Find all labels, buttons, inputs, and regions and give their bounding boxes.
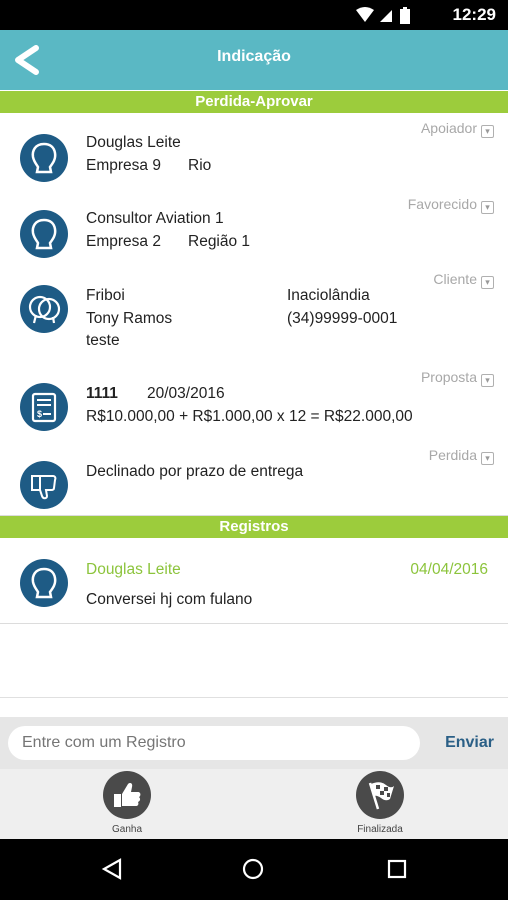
divider xyxy=(0,697,508,698)
chevron-down-icon[interactable]: ▾ xyxy=(481,452,494,465)
favorecido-name: Consultor Aviation 1 xyxy=(86,210,224,227)
proposta-date: 20/03/2016 xyxy=(147,385,225,402)
row-cliente[interactable]: Cliente ▾ Friboi Tony Ramos teste Inaciol… xyxy=(0,265,508,364)
proposta-formula: R$10.000,00 + R$1.000,00 x 12 = R$22.000… xyxy=(86,408,413,425)
apoiador-region: Rio xyxy=(188,157,212,174)
win-label: Ganha xyxy=(111,824,143,835)
finish-button[interactable]: Finalizada xyxy=(350,771,410,835)
person-icon xyxy=(20,134,68,182)
registro-author: Douglas Leite xyxy=(86,561,181,578)
tag-cliente: Cliente ▾ xyxy=(433,271,494,289)
app-bar: Indicação xyxy=(0,30,508,90)
compose-bar: Enviar xyxy=(0,717,508,769)
action-bar: Ganha Finalizada xyxy=(0,769,508,839)
person-icon xyxy=(20,210,68,258)
checkered-flag-icon xyxy=(356,771,404,819)
status-time: 12:29 xyxy=(452,5,496,24)
document-money-icon: $ xyxy=(20,383,68,431)
tag-proposta: Proposta ▾ xyxy=(421,369,494,387)
row-proposta[interactable]: $ Proposta ▾ 1111 20/03/2016 R$10.000,00 … xyxy=(0,363,508,442)
chevron-down-icon[interactable]: ▾ xyxy=(481,201,494,214)
apoiador-company: Empresa 9 xyxy=(86,157,161,174)
proposta-number: 1111 xyxy=(86,385,118,402)
favorecido-region: Região 1 xyxy=(188,233,251,250)
registro-date: 04/04/2016 xyxy=(410,561,488,578)
row-favorecido[interactable]: Favorecido ▾ Consultor Aviation 1 Empresa… xyxy=(0,190,508,266)
cliente-city: Inaciolândia xyxy=(287,287,370,304)
chevron-down-icon[interactable]: ▾ xyxy=(481,374,494,387)
thumbs-up-icon xyxy=(103,771,151,819)
cliente-contact: Tony Ramos xyxy=(86,310,173,327)
apoiador-name: Douglas Leite xyxy=(86,134,181,151)
square-recents-icon xyxy=(387,859,407,879)
nav-home-button[interactable] xyxy=(241,857,265,886)
cliente-name: Friboi xyxy=(86,287,125,304)
nav-back-button[interactable] xyxy=(100,857,124,886)
group-icon xyxy=(20,285,68,333)
tag-favorecido: Favorecido ▾ xyxy=(408,196,494,214)
perdida-reason: Declinado por prazo de entrega xyxy=(86,463,304,480)
chevron-down-icon[interactable]: ▾ xyxy=(481,276,494,289)
row-perdida[interactable]: Perdida ▾ Declinado por prazo de entrega xyxy=(0,441,508,516)
system-nav-bar xyxy=(0,839,508,900)
tag-apoiador: Apoiador ▾ xyxy=(421,120,494,138)
thumbs-down-icon xyxy=(20,461,68,509)
section-status: Perdida-Aprovar xyxy=(0,91,508,113)
win-button[interactable]: Ganha xyxy=(97,771,157,835)
cliente-note: teste xyxy=(86,332,120,349)
registro-input[interactable] xyxy=(8,726,420,760)
page-title: Indicação xyxy=(217,48,291,65)
svg-text:$: $ xyxy=(37,409,42,419)
send-button[interactable]: Enviar xyxy=(445,734,494,752)
status-icons xyxy=(354,6,422,31)
person-icon xyxy=(20,559,68,607)
chevron-down-icon[interactable]: ▾ xyxy=(481,125,494,138)
tag-perdida: Perdida ▾ xyxy=(429,447,494,465)
status-bar: 12:29 xyxy=(0,0,508,30)
finish-label: Finalizada xyxy=(357,824,403,835)
triangle-back-icon xyxy=(101,858,122,880)
cliente-phone: (34)99999-0001 xyxy=(287,310,398,327)
row-apoiador[interactable]: Apoiador ▾ Douglas Leite Empresa 9 Rio xyxy=(0,114,508,191)
registro-item[interactable]: Douglas Leite 04/04/2016 Conversei hj co… xyxy=(0,539,508,624)
circle-home-icon xyxy=(242,858,264,880)
section-registros: Registros xyxy=(0,516,508,538)
nav-recents-button[interactable] xyxy=(385,857,409,886)
favorecido-company: Empresa 2 xyxy=(86,233,161,250)
registro-text: Conversei hj com fulano xyxy=(86,591,253,608)
